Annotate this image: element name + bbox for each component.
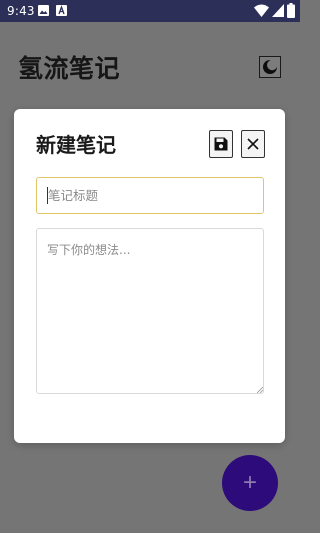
text-caret <box>47 187 48 204</box>
a-icon <box>56 5 67 16</box>
resize-handle-icon[interactable] <box>257 387 263 393</box>
add-note-fab[interactable]: + <box>222 455 278 511</box>
status-time: 9:43 <box>7 4 35 18</box>
new-note-dialog: 新建笔记 <box>14 109 285 443</box>
app-title: 氢流笔记 <box>18 54 121 83</box>
save-icon <box>214 137 228 151</box>
dialog-title: 新建笔记 <box>36 133 116 157</box>
wifi-icon <box>254 4 269 17</box>
fab-plus-label: + <box>242 469 257 496</box>
signal-icon <box>272 4 284 17</box>
note-title-input[interactable] <box>36 177 264 214</box>
moon-icon <box>263 59 278 74</box>
save-button[interactable] <box>209 130 233 158</box>
image-icon <box>38 5 49 16</box>
close-icon <box>247 138 259 150</box>
status-bar: 9:43 <box>0 0 300 22</box>
close-button[interactable] <box>241 130 265 158</box>
battery-icon <box>287 3 295 18</box>
theme-toggle-button[interactable] <box>259 56 281 78</box>
note-content-input[interactable] <box>36 228 264 394</box>
